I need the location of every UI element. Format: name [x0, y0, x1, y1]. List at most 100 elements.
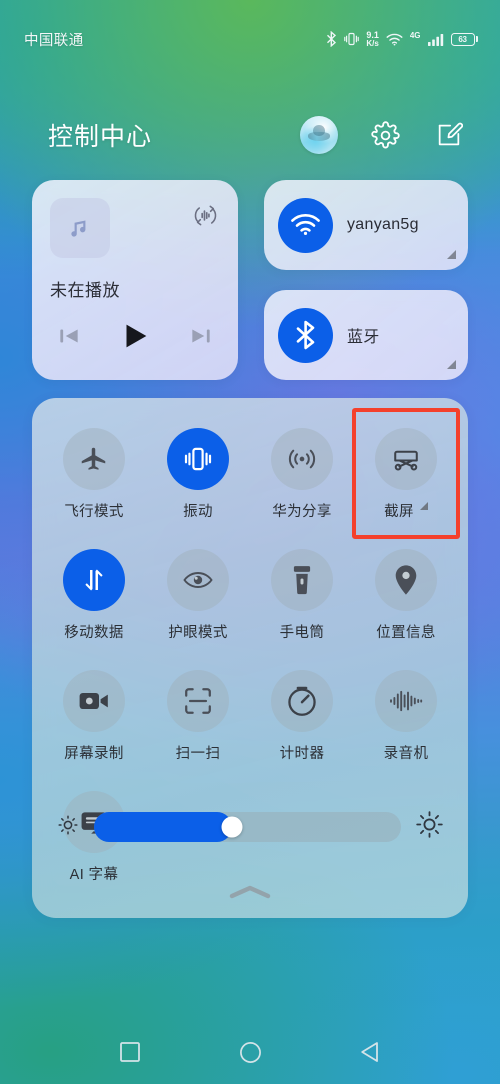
home-button[interactable]	[230, 1032, 270, 1072]
gear-icon[interactable]	[368, 118, 402, 152]
toggle-label-row: 飞行模式	[64, 490, 124, 521]
toggle-label-row: 计时器	[280, 732, 325, 763]
screenshot-icon	[375, 428, 437, 490]
toggle-expand-arrow[interactable]	[419, 501, 428, 510]
bluetooth-label: 蓝牙	[347, 329, 380, 346]
brightness-low-icon	[56, 813, 80, 842]
toggle-scan[interactable]: 扫一扫	[146, 664, 250, 767]
toggle-label-row: 振动	[183, 490, 213, 521]
toggle-label: 计时器	[279, 746, 325, 762]
chevron-up-icon[interactable]	[227, 883, 273, 906]
brightness-slider-knob[interactable]	[221, 816, 243, 838]
toggle-screen-record[interactable]: 屏幕录制	[42, 664, 146, 767]
top-cards-row: 未在播放 yanyan5g 蓝牙	[32, 180, 468, 380]
wifi-icon[interactable]	[278, 197, 333, 253]
screen-record-icon	[63, 670, 125, 732]
toggle-label-row: AI 字幕	[70, 853, 119, 884]
media-player-card[interactable]: 未在播放	[32, 180, 238, 380]
header-actions	[300, 116, 466, 154]
connectivity-column: yanyan5g 蓝牙	[264, 180, 468, 380]
wifi-network-name: yanyan5g	[347, 216, 419, 233]
page-title: 控制中心	[48, 123, 153, 151]
toggle-flashlight[interactable]: 手电筒	[250, 543, 354, 646]
status-bar-icons: 9.1 K/s 4G 63	[326, 30, 478, 48]
battery-icon: 63	[450, 32, 478, 46]
brightness-slider-row	[32, 810, 468, 844]
toggle-label: 飞行模式	[64, 504, 124, 520]
play-button[interactable]	[118, 319, 152, 353]
previous-track-button[interactable]	[56, 323, 82, 349]
quick-settings-panel: 飞行模式 振动 华为分享 截屏 移动数据 护眼模式 手电筒 位置信息 屏幕录制 …	[32, 398, 468, 918]
toggle-label-row: 屏幕录制	[64, 732, 124, 763]
media-title: 未在播放	[50, 281, 120, 300]
brightness-high-icon	[415, 810, 444, 844]
bluetooth-icon	[326, 31, 337, 47]
control-center-header: 控制中心	[0, 104, 500, 166]
wifi-icon	[386, 33, 403, 46]
back-button[interactable]	[350, 1032, 390, 1072]
brightness-slider[interactable]	[94, 812, 401, 842]
toggle-label: 截屏	[384, 504, 414, 520]
network-speed-unit: K/s	[366, 38, 379, 48]
toggle-label: 位置信息	[376, 625, 436, 641]
bluetooth-icon[interactable]	[278, 307, 333, 363]
music-note-icon	[50, 198, 110, 258]
toggle-location[interactable]: 位置信息	[354, 543, 458, 646]
toggle-recorder[interactable]: 录音机	[354, 664, 458, 767]
toggle-label: 手电筒	[279, 625, 325, 641]
toggle-timer[interactable]: 计时器	[250, 664, 354, 767]
toggle-label-row: 录音机	[384, 732, 429, 763]
mobile-data-icon	[63, 549, 125, 611]
location-icon	[375, 549, 437, 611]
network-speed-indicator: 9.1 K/s	[366, 30, 379, 48]
audio-output-icon[interactable]	[190, 200, 220, 230]
airplane-icon	[63, 428, 125, 490]
bluetooth-expand-arrow[interactable]	[447, 360, 456, 369]
toggle-huawei-share[interactable]: 华为分享	[250, 422, 354, 525]
toggle-label-row: 位置信息	[376, 611, 436, 642]
navigation-bar	[0, 1020, 500, 1084]
recents-button[interactable]	[110, 1032, 150, 1072]
toggle-label: 振动	[183, 504, 213, 520]
vibrate-icon	[167, 428, 229, 490]
battery-cap	[476, 36, 478, 42]
timer-icon	[271, 670, 333, 732]
toggle-label-row: 移动数据	[64, 611, 124, 642]
huawei-share-icon	[271, 428, 333, 490]
next-track-button[interactable]	[188, 323, 214, 349]
carrier-label: 中国联通	[24, 32, 84, 49]
toggle-label: 屏幕录制	[64, 746, 124, 762]
brightness-slider-fill	[94, 812, 233, 842]
flashlight-icon	[271, 549, 333, 611]
network-type-label: 4G	[409, 30, 421, 40]
eye-comfort-icon	[167, 549, 229, 611]
toggle-label-row: 护眼模式	[168, 611, 228, 642]
toggle-eye-comfort[interactable]: 护眼模式	[146, 543, 250, 646]
wifi-card[interactable]: yanyan5g	[264, 180, 468, 270]
toggle-label-row: 手电筒	[280, 611, 325, 642]
recorder-icon	[375, 670, 437, 732]
media-controls	[50, 319, 220, 353]
toggle-screenshot[interactable]: 截屏	[352, 408, 460, 539]
battery-percent-label: 63	[450, 32, 475, 46]
control-center-screen: 中国联通 9.1 K/s 4G 63 控制中心 未在播放 yanyan5g 蓝牙…	[0, 0, 500, 1084]
edit-icon[interactable]	[432, 118, 466, 152]
bluetooth-card[interactable]: 蓝牙	[264, 290, 468, 380]
toggle-vibrate[interactable]: 振动	[146, 422, 250, 525]
toggle-label: AI 字幕	[69, 867, 119, 883]
toggle-label-row: 华为分享	[272, 490, 332, 521]
scan-icon	[167, 670, 229, 732]
toggle-label-row: 截屏	[384, 490, 428, 521]
toggle-label-row: 扫一扫	[176, 732, 221, 763]
avatar[interactable]	[300, 116, 338, 154]
toggle-label: 华为分享	[272, 504, 332, 520]
toggle-airplane-mode[interactable]: 飞行模式	[42, 422, 146, 525]
media-card-top	[50, 198, 220, 258]
signal-icon	[427, 33, 444, 46]
status-bar: 中国联通 9.1 K/s 4G 63	[0, 0, 500, 78]
vibrate-icon	[344, 31, 360, 47]
toggle-mobile-data[interactable]: 移动数据	[42, 543, 146, 646]
wifi-expand-arrow[interactable]	[447, 250, 456, 259]
toggle-label: 移动数据	[64, 625, 124, 641]
toggle-label: 录音机	[383, 746, 429, 762]
